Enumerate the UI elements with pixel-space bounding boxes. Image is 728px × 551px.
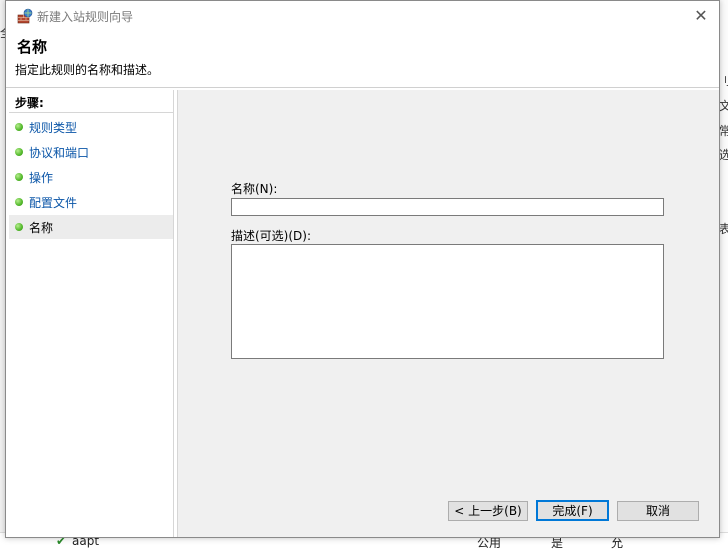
description-input[interactable]: [231, 244, 664, 359]
step-item-action[interactable]: 操作: [9, 165, 173, 189]
step-label[interactable]: 配置文件: [29, 194, 77, 211]
step-status-dot-icon: [15, 198, 23, 206]
step-label[interactable]: 规则类型: [29, 119, 77, 136]
steps-heading: 步骤:: [15, 96, 44, 110]
step-status-dot-icon: [15, 173, 23, 181]
cancel-button[interactable]: 取消: [617, 501, 699, 521]
name-label: 名称(N):: [231, 182, 278, 196]
step-status-dot-icon: [15, 123, 23, 131]
step-status-dot-icon: [15, 223, 23, 231]
back-button[interactable]: < 上一步(B): [448, 501, 528, 521]
page-description: 指定此规则的名称和描述。: [15, 63, 160, 77]
window-title: 新建入站规则向导: [37, 10, 134, 24]
finish-button[interactable]: 完成(F): [536, 500, 609, 521]
step-status-dot-icon: [15, 148, 23, 156]
header-divider: [6, 87, 719, 88]
background-side-char: 选: [719, 148, 728, 162]
close-button[interactable]: ✕: [691, 6, 711, 26]
name-input[interactable]: [231, 198, 664, 216]
background-side-char: 文: [719, 99, 728, 113]
step-item-protocol-and-ports[interactable]: 协议和端口: [9, 140, 173, 164]
step-item-rule-type[interactable]: 规则类型: [9, 115, 173, 139]
content-pane: 名称(N): 描述(可选)(D): < 上一步(B) 完成(F) 取消: [177, 90, 719, 537]
step-label: 名称: [29, 221, 54, 235]
step-label[interactable]: 操作: [29, 169, 53, 186]
step-item-name[interactable]: 名称: [9, 215, 173, 239]
step-label[interactable]: 协议和端口: [29, 144, 89, 161]
background-side-char: 刂: [719, 74, 728, 88]
steps-divider: [9, 112, 173, 113]
close-icon: ✕: [694, 6, 708, 25]
firewall-wizard-icon: [17, 8, 33, 24]
background-side-char: 常: [719, 124, 728, 138]
new-inbound-rule-wizard: 新建入站规则向导 ✕ 名称 指定此规则的名称和描述。 步骤: 规则类型 协议和端…: [5, 0, 720, 538]
steps-pane: 步骤: 规则类型 协议和端口 操作 配置文件 名称: [9, 90, 174, 537]
title-bar[interactable]: 新建入站规则向导 ✕: [6, 1, 719, 31]
step-item-profile[interactable]: 配置文件: [9, 190, 173, 214]
page-title: 名称: [17, 38, 48, 56]
description-label: 描述(可选)(D):: [231, 229, 312, 243]
background-side-char: 表: [719, 222, 728, 236]
